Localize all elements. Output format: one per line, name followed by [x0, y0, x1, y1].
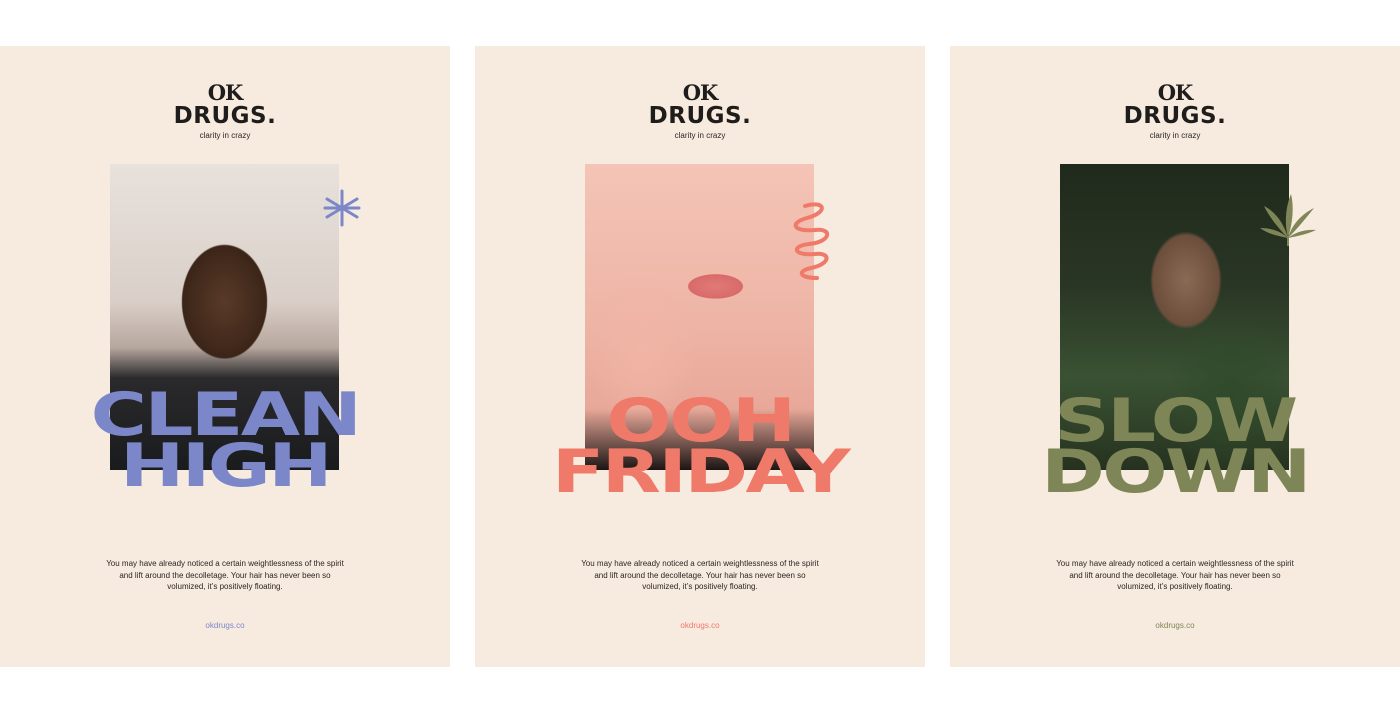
body-copy: You may have already noticed a certain w… — [581, 559, 819, 591]
logo-drugs: DRUGS. — [648, 103, 752, 129]
brand-logo: OK DRUGS. clarity in crazy — [0, 80, 450, 141]
spiral-icon — [793, 202, 829, 280]
tagline: clarity in crazy — [674, 131, 726, 140]
leaf-icon — [1260, 194, 1316, 246]
brand-logo: OK DRUGS. clarity in crazy — [475, 80, 925, 141]
headline-line2: HIGH — [120, 431, 333, 501]
logo-drugs: DRUGS. — [1123, 103, 1227, 129]
poster-clean-high: OK DRUGS. clarity in crazy CLEAN HIGH Yo… — [0, 46, 450, 667]
website-link[interactable]: okdrugs.co — [950, 621, 1400, 630]
logo-ok: OK — [207, 80, 244, 105]
poster-slow-down: OK DRUGS. clarity in crazy SLOW DOWN You… — [950, 46, 1400, 667]
website-link[interactable]: okdrugs.co — [0, 621, 450, 630]
tagline: clarity in crazy — [199, 131, 251, 140]
asterisk-icon — [323, 189, 361, 227]
headline-line2: DOWN — [1041, 437, 1311, 507]
logo-ok: OK — [682, 80, 719, 105]
tagline: clarity in crazy — [1149, 131, 1201, 140]
body-copy: You may have already noticed a certain w… — [106, 559, 344, 591]
website-link[interactable]: okdrugs.co — [475, 621, 925, 630]
logo-drugs: DRUGS. — [173, 103, 277, 129]
logo-ok: OK — [1157, 80, 1194, 105]
headline: CLEAN HIGH — [0, 385, 450, 501]
headline: OOH FRIDAY — [475, 391, 925, 507]
brand-logo: OK DRUGS. clarity in crazy — [950, 80, 1400, 141]
headline-line2: FRIDAY — [551, 437, 851, 507]
headline: SLOW DOWN — [950, 391, 1400, 507]
body-copy: You may have already noticed a certain w… — [1056, 559, 1294, 591]
poster-ooh-friday: OK DRUGS. clarity in crazy OOH FRIDAY Yo… — [475, 46, 925, 667]
